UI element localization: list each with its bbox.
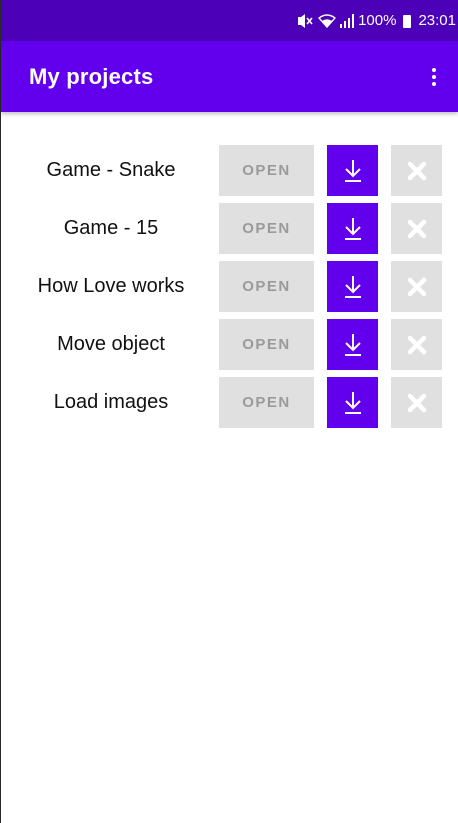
project-row: Game - 15 OPEN xyxy=(1,203,458,254)
download-button[interactable] xyxy=(327,377,378,428)
battery-icon xyxy=(403,15,412,28)
status-bar: 100% 23:01 xyxy=(1,0,458,41)
download-icon xyxy=(344,333,361,356)
status-time: 23:01 xyxy=(418,12,456,29)
delete-button[interactable] xyxy=(391,319,442,370)
project-list: Game - Snake OPEN Game - 15 OPEN How Lov… xyxy=(1,145,458,435)
open-button[interactable]: OPEN xyxy=(219,261,314,312)
download-button[interactable] xyxy=(327,203,378,254)
project-name: Move object xyxy=(57,333,165,355)
battery-percent: 100% xyxy=(358,12,397,29)
project-name: Game - Snake xyxy=(46,159,176,181)
download-button[interactable] xyxy=(327,261,378,312)
download-icon xyxy=(344,217,361,240)
project-name: How Love works xyxy=(37,275,185,297)
download-button[interactable] xyxy=(327,145,378,196)
close-icon xyxy=(407,393,426,412)
download-icon xyxy=(344,391,361,414)
download-button[interactable] xyxy=(327,319,378,370)
page-title: My projects xyxy=(29,63,154,89)
download-icon xyxy=(344,159,361,182)
delete-button[interactable] xyxy=(391,377,442,428)
close-icon xyxy=(407,277,426,296)
delete-button[interactable] xyxy=(391,203,442,254)
open-button[interactable]: OPEN xyxy=(219,145,314,196)
more-vert-icon[interactable] xyxy=(424,64,444,90)
open-button[interactable]: OPEN xyxy=(219,203,314,254)
delete-button[interactable] xyxy=(391,261,442,312)
close-icon xyxy=(407,219,426,238)
project-row: Load images OPEN xyxy=(1,377,458,428)
mute-vibrate-icon xyxy=(296,13,314,28)
open-button[interactable]: OPEN xyxy=(219,377,314,428)
project-row: How Love works OPEN xyxy=(1,261,458,312)
download-icon xyxy=(344,275,361,298)
project-name: Game - 15 xyxy=(63,217,159,239)
project-name: Load images xyxy=(53,391,169,413)
project-row: Game - Snake OPEN xyxy=(1,145,458,196)
project-row: Move object OPEN xyxy=(1,319,458,370)
app-bar: My projects xyxy=(1,41,458,112)
signal-icon xyxy=(340,13,355,28)
screen: 100% 23:01 My projects Game - Snake OPEN xyxy=(0,0,458,823)
wifi-icon xyxy=(318,13,337,28)
close-icon xyxy=(407,335,426,354)
open-button[interactable]: OPEN xyxy=(219,319,314,370)
delete-button[interactable] xyxy=(391,145,442,196)
close-icon xyxy=(407,161,426,180)
